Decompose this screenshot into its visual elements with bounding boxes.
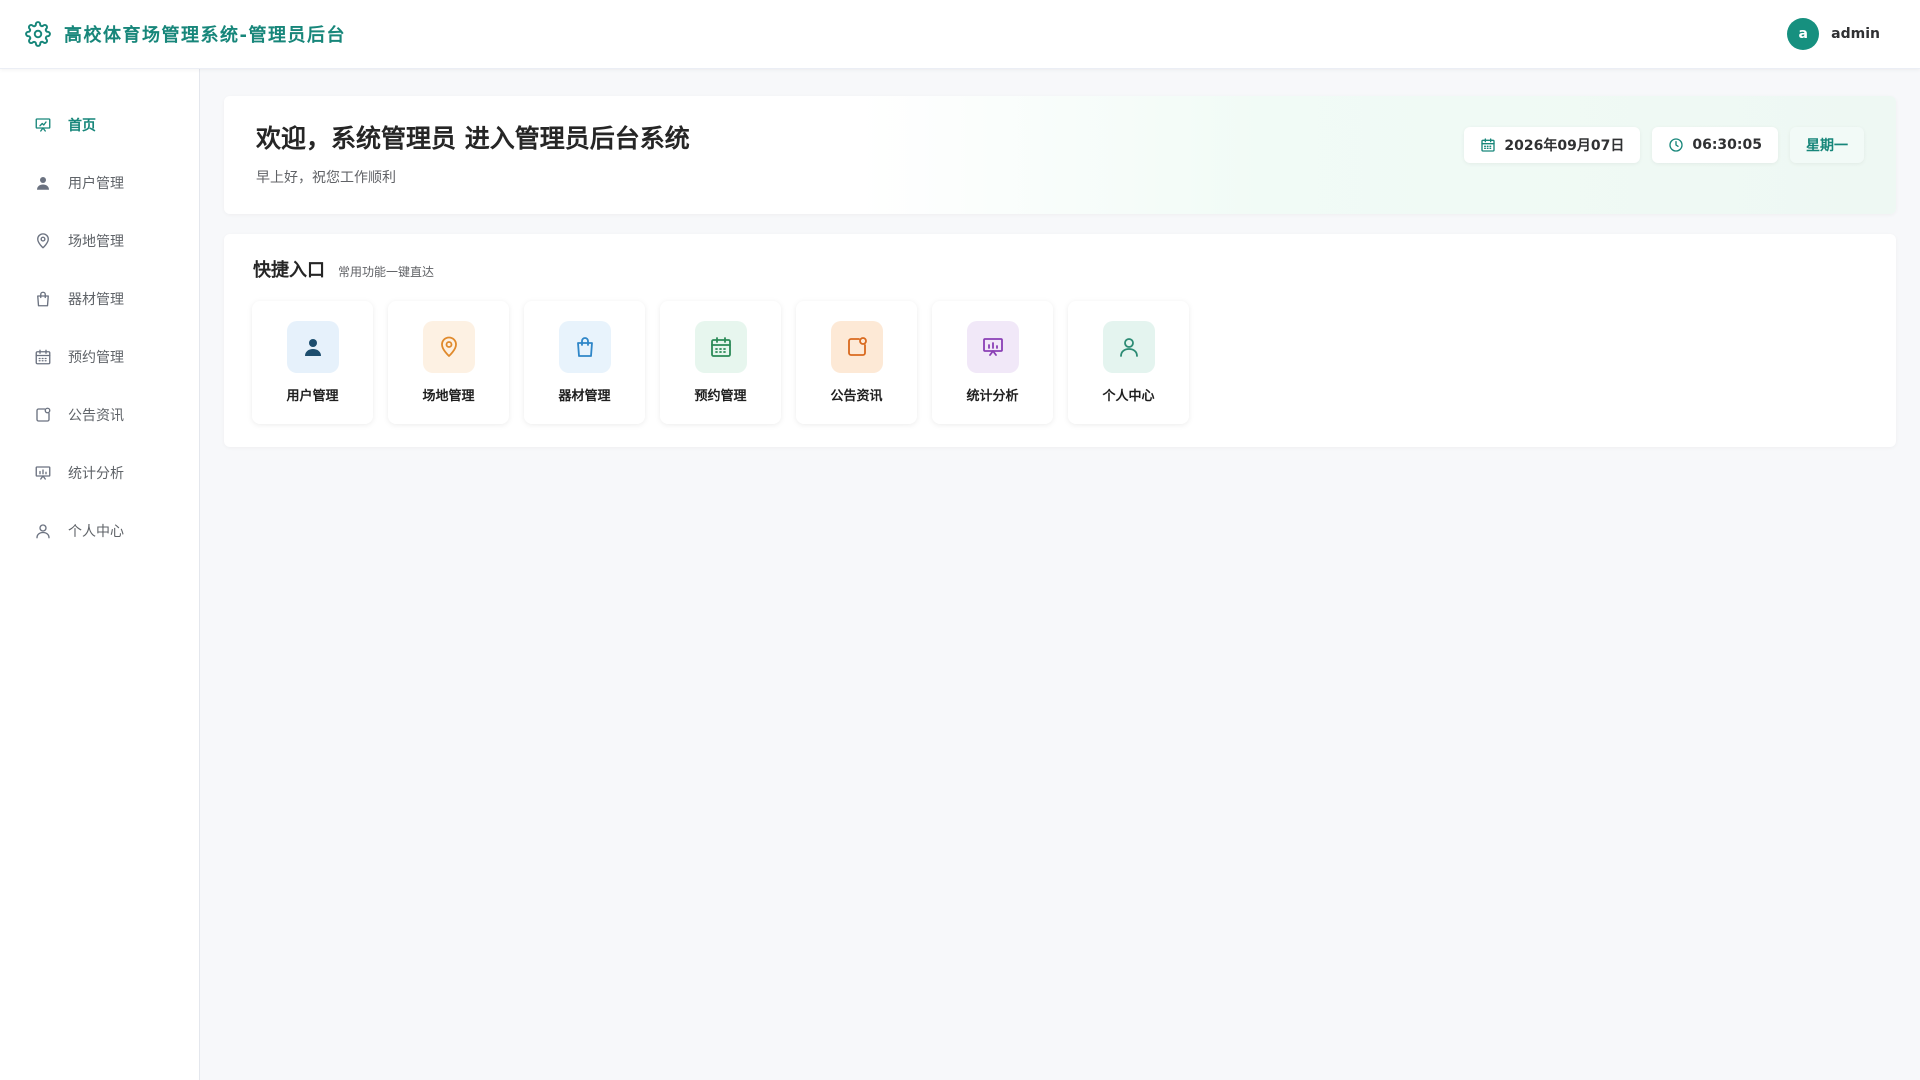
sidebar-item-venues[interactable]: 场地管理 [0, 212, 199, 270]
quick-item-venues[interactable]: 场地管理 [388, 301, 509, 424]
quick-access-subtitle: 常用功能一键直达 [338, 265, 435, 279]
sidebar-item-announcements[interactable]: 公告资讯 [0, 386, 199, 444]
welcome-title: 欢迎，系统管理员 进入管理员后台系统 [256, 124, 690, 153]
calendar-icon [694, 321, 747, 373]
welcome-card: 欢迎，系统管理员 进入管理员后台系统 早上好，祝您工作顺利 2026年09月07… [224, 96, 1896, 214]
quick-item-label: 统计分析 [966, 389, 1019, 404]
user-filled-icon [286, 321, 339, 373]
quick-item-reservations[interactable]: 预约管理 [660, 301, 781, 424]
calendar-icon [1480, 137, 1496, 153]
sidebar-item-label: 用户管理 [68, 176, 124, 192]
location-pin-icon [34, 232, 52, 250]
chart-board-icon [966, 321, 1019, 373]
sidebar-item-reservations[interactable]: 预约管理 [0, 328, 199, 386]
sidebar-item-label: 场地管理 [68, 234, 124, 250]
quick-item-label: 预约管理 [694, 389, 747, 404]
weekday-chip: 星期一 [1790, 127, 1864, 163]
date-time-chips: 2026年09月07日 06:30:05 星期一 [1464, 127, 1864, 163]
quick-access-grid: 用户管理 场地管理 器材管理 预约管理 公告资讯 统计分析 个人中心 [252, 301, 1189, 424]
quick-item-statistics[interactable]: 统计分析 [932, 301, 1053, 424]
presentation-icon [34, 116, 52, 134]
welcome-text: 欢迎，系统管理员 进入管理员后台系统 早上好，祝您工作顺利 [256, 123, 690, 187]
date-chip: 2026年09月07日 [1464, 127, 1641, 163]
username[interactable]: admin [1831, 26, 1880, 42]
calendar-icon [34, 348, 52, 366]
sidebar-item-profile[interactable]: 个人中心 [0, 502, 199, 560]
quick-item-label: 个人中心 [1102, 389, 1155, 404]
quick-item-profile[interactable]: 个人中心 [1068, 301, 1189, 424]
date-text: 2026年09月07日 [1504, 138, 1625, 154]
sidebar-item-label: 首页 [68, 118, 96, 134]
clock-icon [1668, 137, 1684, 153]
sidebar-item-label: 器材管理 [68, 292, 124, 308]
user-outline-icon [1102, 321, 1155, 373]
shopping-bag-icon [558, 321, 611, 373]
chart-board-icon [34, 464, 52, 482]
sidebar-item-equipment[interactable]: 器材管理 [0, 270, 199, 328]
sidebar-item-label: 个人中心 [68, 524, 124, 540]
quick-access-card: 快捷入口 常用功能一键直达 用户管理 场地管理 器材管理 预约管理 公告资讯 统… [224, 234, 1896, 447]
welcome-subtitle: 早上好，祝您工作顺利 [256, 170, 396, 186]
gear-icon [25, 21, 51, 47]
notification-icon [830, 321, 883, 373]
time-text: 06:30:05 [1692, 137, 1762, 153]
avatar[interactable]: a [1787, 18, 1820, 50]
weekday-text: 星期一 [1806, 138, 1848, 154]
sidebar: 首页 用户管理 场地管理 器材管理 预约管理 公告资讯 统计分析 个人中心 [0, 69, 200, 1080]
sidebar-item-label: 统计分析 [68, 466, 124, 482]
location-pin-icon [422, 321, 475, 373]
quick-item-label: 场地管理 [422, 389, 475, 404]
sidebar-item-statistics[interactable]: 统计分析 [0, 444, 199, 502]
quick-access-header: 快捷入口 常用功能一键直达 [253, 256, 434, 282]
sidebar-item-home[interactable]: 首页 [0, 96, 199, 154]
sidebar-item-label: 公告资讯 [68, 408, 124, 424]
top-header: 高校体育场管理系统-管理员后台 a admin [0, 0, 1920, 69]
user-outline-icon [34, 522, 52, 540]
brand[interactable]: 高校体育场管理系统-管理员后台 [25, 21, 346, 47]
quick-item-equipment[interactable]: 器材管理 [524, 301, 645, 424]
quick-item-label: 用户管理 [286, 389, 339, 404]
user-filled-icon [34, 174, 52, 192]
quick-item-label: 公告资讯 [830, 389, 883, 404]
notification-icon [34, 406, 52, 424]
quick-access-title: 快捷入口 [253, 260, 325, 281]
shopping-bag-icon [34, 290, 52, 308]
quick-item-label: 器材管理 [558, 389, 611, 404]
quick-item-announcements[interactable]: 公告资讯 [796, 301, 917, 424]
sidebar-item-label: 预约管理 [68, 350, 124, 366]
sidebar-item-users[interactable]: 用户管理 [0, 154, 199, 212]
user-menu[interactable]: a admin [1787, 18, 1894, 50]
time-chip: 06:30:05 [1652, 127, 1778, 163]
quick-item-users[interactable]: 用户管理 [252, 301, 373, 424]
system-title: 高校体育场管理系统-管理员后台 [64, 25, 346, 46]
